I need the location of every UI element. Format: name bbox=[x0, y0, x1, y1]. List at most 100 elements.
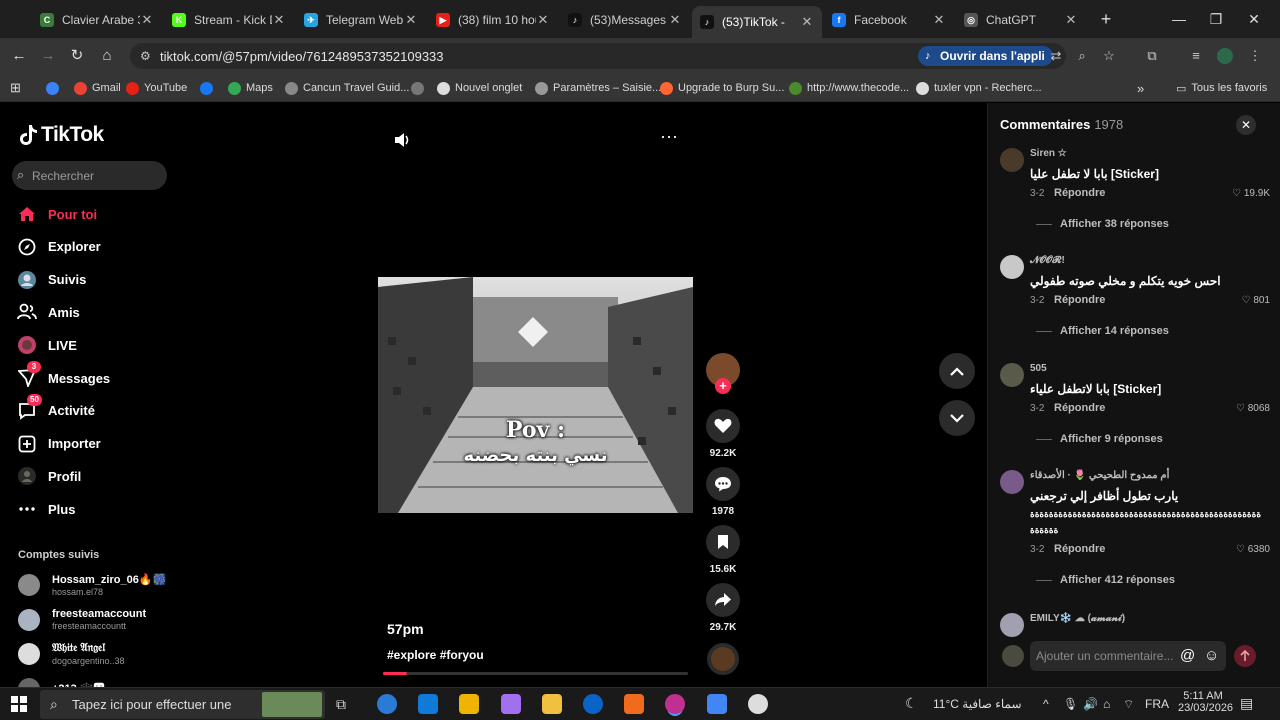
reply-button[interactable]: Répondre bbox=[1054, 543, 1105, 555]
more-bookmarks-icon[interactable]: » bbox=[1137, 80, 1144, 96]
follow-plus-icon[interactable]: + bbox=[715, 378, 731, 394]
comment-button[interactable]: 1978 bbox=[705, 467, 741, 517]
browser-tab[interactable]: ◎ ChatGPT ✕ bbox=[956, 6, 1086, 34]
network-icon[interactable]: ⌂ bbox=[1103, 697, 1110, 711]
chrome-icon[interactable] bbox=[665, 694, 686, 714]
task-view-icon[interactable]: ⧉ bbox=[336, 696, 346, 713]
like-button[interactable]: 92.2K bbox=[705, 409, 741, 459]
new-tab-button[interactable]: + bbox=[1095, 8, 1117, 30]
save-button[interactable]: 15.6K bbox=[705, 525, 741, 575]
close-tab-icon[interactable]: ✕ bbox=[140, 12, 154, 28]
speaker-icon[interactable]: 🔊 bbox=[1083, 697, 1098, 711]
bookmark-item[interactable] bbox=[200, 80, 218, 96]
bookmark-item[interactable]: Upgrade to Burp Su... bbox=[660, 80, 784, 96]
file-explorer-icon[interactable] bbox=[500, 694, 521, 714]
extensions-icon[interactable]: ⧉ bbox=[1143, 47, 1161, 65]
followed-account[interactable]: +213 🕸️🅼 bbox=[18, 674, 105, 687]
close-window-button[interactable]: ✕ bbox=[1243, 8, 1265, 30]
bookmark-item[interactable] bbox=[46, 80, 64, 96]
bookmark-item[interactable]: Maps bbox=[228, 80, 273, 96]
show-hidden-icons[interactable]: ^ bbox=[1043, 697, 1049, 711]
bookmark-item[interactable]: Nouvel onglet bbox=[437, 80, 522, 96]
terminal-icon[interactable] bbox=[706, 694, 727, 714]
language-indicator[interactable]: FRA bbox=[1145, 697, 1169, 711]
minimize-button[interactable]: — bbox=[1168, 8, 1190, 30]
taskbar-search[interactable]: ⌕ bbox=[40, 690, 325, 719]
all-bookmarks-folder[interactable]: ▭ Tous les favoris bbox=[1176, 80, 1267, 96]
followed-account[interactable]: Hossam_ziro_06🔥🎆 hossam.el78 bbox=[18, 570, 166, 600]
mention-icon[interactable]: @ bbox=[1180, 647, 1195, 664]
clock[interactable]: 5:11 AM 23/03/2026 bbox=[1178, 690, 1233, 714]
bookmark-item[interactable]: YouTube bbox=[126, 80, 187, 96]
search-input[interactable] bbox=[32, 161, 162, 190]
profile-avatar[interactable] bbox=[1216, 47, 1234, 65]
commenter-name[interactable]: 505 bbox=[1030, 363, 1047, 374]
store-icon[interactable] bbox=[418, 694, 439, 714]
comment-input-box[interactable]: @ ☺ bbox=[1030, 641, 1226, 671]
volume-icon[interactable] bbox=[393, 131, 411, 149]
commenter-avatar[interactable] bbox=[1000, 148, 1024, 172]
bookmark-item[interactable] bbox=[411, 80, 429, 96]
bookmark-item[interactable]: Cancun Travel Guid... bbox=[285, 80, 409, 96]
settings-icon[interactable] bbox=[747, 694, 768, 714]
close-tab-icon[interactable]: ✕ bbox=[932, 12, 946, 28]
microphone-icon[interactable]: 🎙 bbox=[1063, 697, 1078, 711]
sidebar-item-upload[interactable]: Importer bbox=[16, 431, 101, 457]
browser-tab[interactable]: C Clavier Arabe 30✕ bbox=[32, 6, 162, 34]
commenter-avatar[interactable] bbox=[1000, 255, 1024, 279]
followed-account[interactable]: 𝔚𝔥𝔦𝔱𝔢 𝔄𝔫𝔤𝔢𝔩 dogoargentino..38 bbox=[18, 639, 125, 669]
sidebar-item-following[interactable]: Suivis bbox=[16, 267, 86, 293]
close-tab-icon[interactable]: ✕ bbox=[536, 12, 550, 28]
sidebar-item-more[interactable]: Plus bbox=[16, 496, 75, 522]
close-tab-icon[interactable]: ✕ bbox=[668, 12, 682, 28]
bookmark-item[interactable]: http://www.thecode... bbox=[789, 80, 909, 96]
taskbar-search-input[interactable] bbox=[72, 690, 262, 719]
previous-video-button[interactable] bbox=[939, 353, 975, 389]
reload-button[interactable]: ↻ bbox=[66, 45, 88, 67]
next-video-button[interactable] bbox=[939, 400, 975, 436]
view-replies-button[interactable]: Afficher 412 réponses bbox=[1036, 574, 1175, 586]
send-comment-button[interactable] bbox=[1234, 645, 1256, 667]
reply-button[interactable]: Répondre bbox=[1054, 402, 1105, 414]
close-tab-icon[interactable]: ✕ bbox=[800, 14, 814, 30]
url-text[interactable]: tiktok.com/@57pm/video/76124895373521093… bbox=[160, 49, 444, 64]
sidebar-item-home[interactable]: Pour toi bbox=[16, 201, 97, 227]
notifications-icon[interactable]: ▤ bbox=[1240, 695, 1253, 712]
sidebar-item-activity[interactable]: 50 Activité bbox=[16, 393, 95, 424]
forward-button[interactable]: → bbox=[37, 45, 59, 67]
video-player[interactable]: Pov : نسي بنته بحضنه bbox=[378, 277, 693, 513]
comment-input[interactable] bbox=[1036, 641, 1176, 671]
music-disc-button[interactable] bbox=[705, 643, 741, 675]
bookmark-star-icon[interactable]: ☆ bbox=[1100, 47, 1118, 65]
search-box[interactable]: ⌕ bbox=[12, 161, 167, 190]
bookmark-item[interactable]: tuxler vpn - Recherc... bbox=[916, 80, 1042, 96]
maximize-button[interactable]: ❐ bbox=[1205, 8, 1227, 30]
reply-button[interactable]: Répondre bbox=[1054, 187, 1105, 199]
sidebar-item-compass[interactable]: Explorer bbox=[16, 234, 101, 260]
comment-like-button[interactable]: ♡ 8068 bbox=[1236, 403, 1270, 414]
reply-button[interactable]: Répondre bbox=[1054, 294, 1105, 306]
comment-like-button[interactable]: ♡ 19.9K bbox=[1232, 188, 1270, 199]
comment-like-button[interactable]: ♡ 801 bbox=[1242, 295, 1270, 306]
close-tab-icon[interactable]: ✕ bbox=[272, 12, 286, 28]
browser-tab[interactable]: ✈ Telegram Web ✕ bbox=[296, 6, 426, 34]
browser-tab[interactable]: ▶ (38) film 10 hour✕ bbox=[428, 6, 558, 34]
tiktok-logo[interactable]: TikTok bbox=[18, 123, 104, 147]
open-in-app-button[interactable]: ♪ Ouvrir dans l'appli bbox=[918, 46, 1053, 66]
author-avatar-button[interactable]: + bbox=[705, 353, 741, 394]
video-more-options-icon[interactable]: ··· bbox=[660, 127, 678, 145]
close-tab-icon[interactable]: ✕ bbox=[1064, 12, 1078, 28]
close-tab-icon[interactable]: ✕ bbox=[404, 12, 418, 28]
commenter-name[interactable]: Siren ☆ bbox=[1030, 148, 1067, 159]
sidebar-item-live[interactable]: LIVE bbox=[16, 332, 77, 358]
followed-account[interactable]: freesteamaccount freesteamaccountt bbox=[18, 605, 146, 635]
edge-icon[interactable] bbox=[377, 694, 397, 714]
browser-tab[interactable]: f Facebook ✕ bbox=[824, 6, 954, 34]
bookmark-item[interactable]: Gmail bbox=[74, 80, 121, 96]
view-replies-button[interactable]: Afficher 9 réponses bbox=[1036, 433, 1163, 445]
firefox-icon[interactable] bbox=[583, 694, 603, 714]
browser-tab[interactable]: ♪ (53)Messages | T✕ bbox=[560, 6, 690, 34]
bookmark-item[interactable]: Paramètres – Saisie... bbox=[535, 80, 661, 96]
browser-tab[interactable]: K Stream - Kick Da✕ bbox=[164, 6, 294, 34]
commenter-name[interactable]: 𝓝𝓞𝓞𝓡! bbox=[1030, 255, 1065, 266]
